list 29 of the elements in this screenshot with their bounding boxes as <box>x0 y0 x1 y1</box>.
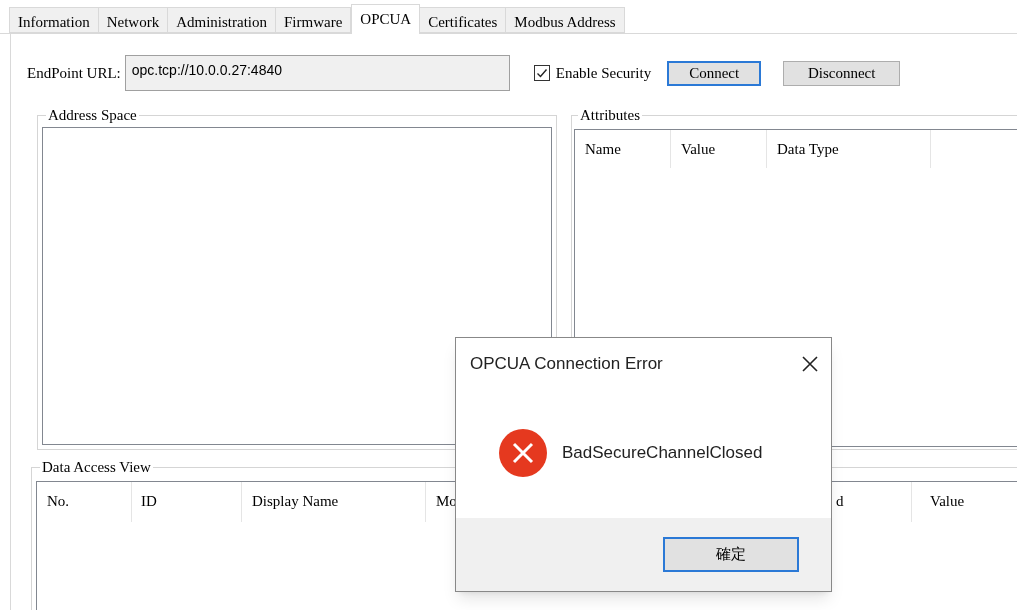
column-header[interactable]: Value <box>671 129 767 168</box>
tab[interactable]: Certificates <box>419 7 507 33</box>
group-title: Data Access View <box>41 458 152 477</box>
dialog-title: OPCUA Connection Error <box>470 353 663 376</box>
column-header[interactable]: d <box>834 481 912 522</box>
error-icon <box>498 428 548 478</box>
tab[interactable]: Information <box>9 7 99 33</box>
column-header[interactable]: Value <box>912 481 1012 522</box>
column-header[interactable]: Data Type <box>767 129 931 168</box>
tab[interactable]: Modbus Address <box>505 7 625 33</box>
enable-security-label: Enable Security <box>555 63 652 83</box>
tab[interactable]: OPCUA <box>351 4 421 34</box>
column-header[interactable]: No. <box>37 481 132 522</box>
column-header[interactable]: ID <box>132 481 242 522</box>
toolbar-button[interactable]: Connect <box>667 60 762 86</box>
column-header[interactable]: Display Name <box>242 481 426 522</box>
error-message: BadSecureChannelClosed <box>562 442 763 465</box>
tab[interactable]: Administration <box>167 7 276 33</box>
ok-button[interactable]: 確定 <box>663 537 799 572</box>
tab[interactable]: Network <box>97 7 169 33</box>
tab[interactable]: Firmware <box>275 7 352 33</box>
enable-security-checkbox[interactable] <box>533 65 550 81</box>
group-title: Attributes <box>579 106 641 125</box>
endpoint-label: EndPoint URL: <box>27 63 121 83</box>
column-header[interactable]: Name <box>575 129 671 168</box>
toolbar-button[interactable]: Disconnect <box>783 60 901 86</box>
group-title: Address Space <box>47 106 138 125</box>
close-icon[interactable] <box>801 355 819 373</box>
endpoint-url-field[interactable]: opc.tcp://10.0.0.27:4840 <box>124 55 510 91</box>
